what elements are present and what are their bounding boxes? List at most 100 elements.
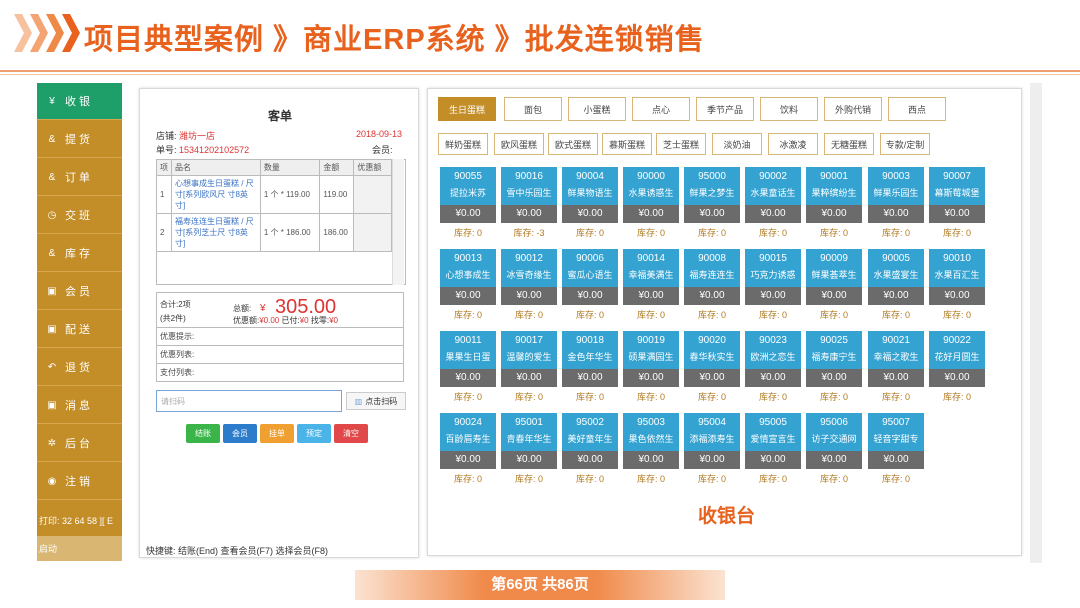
product-card[interactable]: 95006 访子交通网 ¥0.00 库存: 0 [806,413,862,491]
tab-seasonal[interactable]: 季节产品 [696,97,754,121]
subtab-light-cream[interactable]: 淡奶油 [712,133,762,155]
product-card[interactable]: 90013 心想事成生 ¥0.00 库存: 0 [440,249,496,327]
subtab-cheese[interactable]: 芝士蛋糕 [656,133,706,155]
product-card[interactable]: 90006 蜜瓜心语生 ¥0.00 库存: 0 [562,249,618,327]
discount-info: 优惠额:¥0.00 已付:¥0 找零:¥0 [233,315,338,326]
product-card[interactable]: 90019 硕果满园生 ¥0.00 库存: 0 [623,331,679,409]
card-icon: ▣ [47,285,57,297]
product-card[interactable]: 90003 鲜果乐园生 ¥0.00 库存: 0 [868,167,924,245]
sidebar-item-orders[interactable]: & 订 单 [37,159,122,196]
product-card[interactable]: 90017 温馨的爱生 ¥0.00 库存: 0 [501,331,557,409]
tab-outsourced[interactable]: 外购代销 [824,97,882,121]
product-code: 90003 [882,171,910,182]
subtab-custom[interactable]: 专款/定制 [880,133,930,155]
product-card[interactable]: 90014 幸福美满生 ¥0.00 库存: 0 [623,249,679,327]
subtab-fresh-cream[interactable]: 鲜奶蛋糕 [438,133,488,155]
product-card[interactable]: 90022 花好月圆生 ¥0.00 库存: 0 [929,331,985,409]
sidebar-item-logout[interactable]: ◉ 注 销 [37,463,122,500]
product-card[interactable]: 95003 果色依然生 ¥0.00 库存: 0 [623,413,679,491]
scan-input[interactable]: 请扫码 [156,390,342,412]
product-price: ¥0.00 [501,451,557,469]
sidebar-item-returns[interactable]: ↶ 退 货 [37,349,122,386]
product-name: 冰雪奇缘生 [506,270,552,280]
tab-pastry[interactable]: 西点 [888,97,946,121]
sidebar-item-delivery[interactable]: ▣ 配 送 [37,311,122,348]
clear-button[interactable]: 清空 [334,424,368,443]
checkout-button[interactable]: 结账 [186,424,220,443]
product-card[interactable]: 90001 果粹缤纷生 ¥0.00 库存: 0 [806,167,862,245]
product-name: 欧洲之恋生 [750,352,796,362]
product-card[interactable]: 90005 水果盛宴生 ¥0.00 库存: 0 [868,249,924,327]
product-card[interactable]: 90008 福寿连连生 ¥0.00 库存: 0 [684,249,740,327]
product-card[interactable]: 90011 果果生日蛋 ¥0.00 库存: 0 [440,331,496,409]
product-card-header: 90019 硕果满园生 [623,331,679,369]
product-card[interactable]: 90018 金色年华生 ¥0.00 库存: 0 [562,331,618,409]
subtab-european[interactable]: 欧式蛋糕 [548,133,598,155]
sidebar-item-inventory[interactable]: & 库 存 [37,235,122,272]
sidebar-item-label: 后 台 [65,438,91,450]
product-code: 90017 [515,335,543,346]
sidebar-item-label: 交 班 [65,210,91,222]
product-name: 金色年华生 [567,352,613,362]
sidebar-item-messages[interactable]: ▣ 消 息 [37,387,122,424]
table-row[interactable]: 2 福寿连连生日蛋糕 / 尺寸[系列芝士尺 寸8英寸] 1 个 * 186.00… [156,213,392,252]
subtab-ice-cream[interactable]: 冰激凌 [768,133,818,155]
product-stock: 库存: 0 [819,228,848,238]
tab-snacks[interactable]: 点心 [632,97,690,121]
product-card[interactable]: 90015 巧克力诱惑 ¥0.00 库存: 0 [745,249,801,327]
product-card[interactable]: 90010 水果百汇生 ¥0.00 库存: 0 [929,249,985,327]
subtab-mousse[interactable]: 慕斯蛋糕 [602,133,652,155]
product-code: 90021 [882,335,910,346]
table-row[interactable]: 1 心想事成生日蛋糕 / 尺寸[系列欧风尺 寸8英寸] 1 个 * 119.00… [156,175,392,214]
product-card[interactable]: 90024 百龄眉寿生 ¥0.00 库存: 0 [440,413,496,491]
product-card[interactable]: 90016 雪中乐园生 ¥0.00 库存: -3 [501,167,557,245]
product-card-header: 90055 提拉米苏 [440,167,496,205]
product-card[interactable]: 90009 鲜果荟萃生 ¥0.00 库存: 0 [806,249,862,327]
member-button[interactable]: 会员 [223,424,257,443]
sidebar-nav: ¥ 收 银 & 提 货 & 订 单 ◷ 交 班 & 库 存 ▣ 会 员 ▣ 配 送 ↶ 退 货 … [37,83,122,561]
product-stock: 库存: 0 [881,310,910,320]
product-card-header: 95001 青春年华生 [501,413,557,451]
product-card[interactable]: 90004 鲜果物语生 ¥0.00 库存: 0 [562,167,618,245]
product-card[interactable]: 95005 爱情宣言生 ¥0.00 库存: 0 [745,413,801,491]
sidebar-item-backend[interactable]: ✲ 后 台 [37,425,122,462]
tab-small-cake[interactable]: 小蛋糕 [568,97,626,121]
product-card[interactable]: 95002 美好童年生 ¥0.00 库存: 0 [562,413,618,491]
product-price: ¥0.00 [501,369,557,387]
sidebar-item-pickup[interactable]: & 提 货 [37,121,122,158]
table-header-row: 项 品名 数量 金额 优惠额 [156,159,392,176]
product-card[interactable]: 90007 幕斯莓城堡 ¥0.00 库存: 0 [929,167,985,245]
product-code: 90009 [820,253,848,264]
product-card[interactable]: 90012 冰雪奇缘生 ¥0.00 库存: 0 [501,249,557,327]
product-card[interactable]: 90025 福寿康宁生 ¥0.00 库存: 0 [806,331,862,409]
subtab-euro-style[interactable]: 欧风蛋糕 [494,133,544,155]
hold-order-button[interactable]: 挂单 [260,424,294,443]
product-card[interactable]: 90055 提拉米苏 ¥0.00 库存: 0 [440,167,496,245]
product-card-header: 95007 轻音字甜专 [868,413,924,451]
reserve-button[interactable]: 预定 [297,424,331,443]
product-card[interactable]: 90023 欧洲之恋生 ¥0.00 库存: 0 [745,331,801,409]
product-card[interactable]: 95001 青春年华生 ¥0.00 库存: 0 [501,413,557,491]
product-name: 青春年华生 [506,434,552,444]
product-card[interactable]: 95007 轻音字甜专 ¥0.00 库存: 0 [868,413,924,491]
sidebar-item-checkout[interactable]: ¥ 收 银 [37,83,122,120]
product-card[interactable]: 90002 水果童话生 ¥0.00 库存: 0 [745,167,801,245]
table-scrollbar[interactable] [392,159,404,285]
product-name: 幕斯莓城堡 [934,188,980,198]
subtab-sugar-free[interactable]: 无糖蛋糕 [824,133,874,155]
product-name: 硕果满园生 [628,352,674,362]
product-card[interactable]: 90000 水果诱惑生 ¥0.00 库存: 0 [623,167,679,245]
scan-button[interactable]: ▥ 点击扫码 [346,392,406,410]
product-card[interactable]: 95004 添福添寿生 ¥0.00 库存: 0 [684,413,740,491]
sidebar-item-shift[interactable]: ◷ 交 班 [37,197,122,234]
product-code: 90005 [882,253,910,264]
tab-bread[interactable]: 面包 [504,97,562,121]
product-card[interactable]: 95000 鲜果之梦生 ¥0.00 库存: 0 [684,167,740,245]
product-card-header: 90012 冰雪奇缘生 [501,249,557,287]
sidebar-item-members[interactable]: ▣ 会 员 [37,273,122,310]
card-icon: ▣ [47,323,57,335]
product-card[interactable]: 90021 幸福之歌生 ¥0.00 库存: 0 [868,331,924,409]
tab-drinks[interactable]: 饮料 [760,97,818,121]
product-card[interactable]: 90020 春华秋实生 ¥0.00 库存: 0 [684,331,740,409]
tab-birthday-cake[interactable]: 生日蛋糕 [438,97,496,121]
